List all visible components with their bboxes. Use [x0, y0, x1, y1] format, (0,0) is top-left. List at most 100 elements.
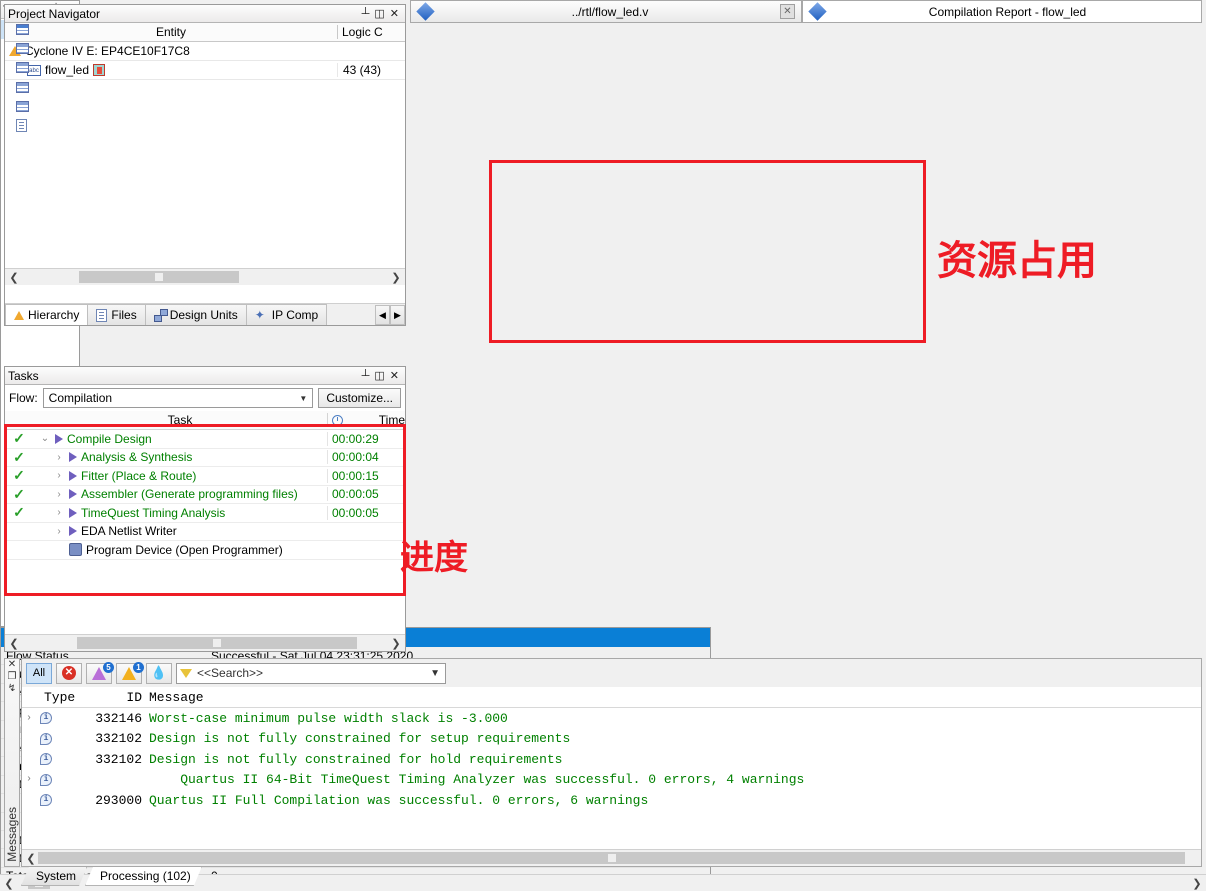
message-text: Quartus II 64-Bit TimeQuest Timing Analy… [149, 772, 805, 788]
ip-wand-icon: ✦ [254, 307, 265, 322]
messages-table: Type ID Message › i 332146 Worst-case mi… [22, 687, 1201, 811]
tab-label: Hierarchy [28, 308, 80, 322]
play-icon [55, 433, 63, 444]
scroll-left-arrow[interactable]: ❮ [7, 271, 21, 284]
tasks-hscrollbar[interactable]: ❮ ❯ [5, 634, 405, 651]
quartus-diamond-icon [808, 2, 827, 21]
table-row[interactable]: abc flow_led 43 (43) [5, 61, 405, 80]
tabs-scroll-right[interactable]: ▶ [390, 305, 405, 325]
task-row[interactable]: ✓ › TimeQuest Timing Analysis 00:00:05 [5, 504, 405, 523]
task-row[interactable]: ✓ ⌄ Compile Design 00:00:29 [5, 430, 405, 449]
chevron-down-icon[interactable]: ▼ [430, 668, 442, 679]
messages-hscrollbar[interactable]: ❮ [22, 849, 1201, 866]
project-navigator-hscrollbar[interactable]: ❮ ❯ [5, 268, 405, 285]
filter-warnings-button[interactable]: 1 [116, 661, 144, 684]
filter-errors-button[interactable]: ✕ [56, 662, 82, 684]
scroll-left-arrow[interactable]: ❮ [7, 637, 21, 650]
column-task[interactable]: Task [168, 413, 193, 427]
project-navigator-titlebar: Project Navigator ┴ ◫ ✕ [5, 5, 405, 23]
column-id[interactable]: ID [74, 690, 142, 705]
tab-design-units[interactable]: Design Units [144, 304, 247, 325]
grid-icon [16, 100, 29, 112]
message-text: Quartus II Full Compilation was successf… [149, 792, 649, 808]
filter-info-button[interactable]: 💧 [146, 662, 172, 684]
editor-window-titlebar[interactable]: ../rtl/flow_led.v ✕ [410, 0, 802, 23]
task-row[interactable]: ✓ › Fitter (Place & Route) 00:00:15 [5, 467, 405, 486]
expander-icon[interactable]: › [53, 470, 65, 481]
task-label: TimeQuest Timing Analysis [81, 505, 226, 520]
tasks-title: Tasks [8, 368, 39, 383]
doc-icon [16, 119, 27, 133]
task-time: 00:00:05 [327, 487, 405, 502]
flow-dropdown[interactable]: Compilation ▼ [42, 388, 314, 408]
scroll-left-arrow[interactable]: ❮ [24, 852, 38, 865]
scroll-right-arrow[interactable]: ❯ [389, 271, 403, 284]
filter-all-button[interactable]: All [26, 662, 52, 684]
expander-icon[interactable]: › [26, 774, 32, 785]
restore-icon[interactable]: ◫ [374, 7, 385, 20]
search-input[interactable]: <<Search>> ▼ [176, 662, 446, 684]
tasks-table-header: Task Time [5, 411, 405, 430]
play-icon [69, 470, 77, 481]
expander-icon[interactable]: › [53, 507, 65, 518]
tab-ip-components[interactable]: ✦ IP Comp [245, 304, 328, 325]
close-icon[interactable]: ✕ [390, 369, 400, 382]
close-icon[interactable]: ✕ [8, 659, 16, 671]
expander-icon[interactable]: ⌄ [39, 433, 51, 444]
tab-hierarchy[interactable]: Hierarchy [5, 304, 89, 325]
expander-icon[interactable]: › [53, 526, 65, 537]
column-time[interactable]: Time [379, 413, 405, 427]
expander-icon[interactable]: › [53, 452, 65, 463]
column-entity[interactable]: Entity [5, 25, 337, 39]
customize-button[interactable]: Customize... [318, 388, 401, 408]
close-icon[interactable]: ✕ [390, 7, 400, 20]
task-row[interactable]: Program Device (Open Programmer) [5, 541, 405, 560]
tab-processing[interactable]: Processing (102) [85, 867, 202, 886]
expander-icon[interactable]: › [53, 489, 65, 500]
project-navigator-header: Entity Logic C [5, 23, 405, 42]
column-message[interactable]: Message [142, 690, 1201, 705]
task-time: 00:00:05 [327, 505, 405, 520]
filter-critical-warnings-button[interactable]: 5 [86, 661, 114, 684]
task-row[interactable]: ✓ › Analysis & Synthesis 00:00:04 [5, 449, 405, 467]
hand-icon [69, 543, 82, 557]
pin-icon[interactable]: ↯ [8, 683, 16, 695]
file-icon [96, 308, 108, 322]
message-text: Design is not fully constrained for setu… [149, 731, 571, 747]
scroll-right-arrow[interactable]: ❯ [389, 637, 403, 650]
tab-files[interactable]: Files [87, 304, 146, 325]
message-row[interactable]: › i Quartus II 64-Bit TimeQuest Timing A… [22, 770, 1201, 791]
tab-label: Design Units [169, 308, 238, 322]
play-icon [69, 526, 77, 537]
report-window-title: Compilation Report - flow_led [928, 4, 1087, 19]
expander-icon[interactable]: › [26, 713, 32, 724]
tabs-scroll-left[interactable]: ◀ [375, 305, 390, 325]
task-row[interactable]: ✓ › Assembler (Generate programming file… [5, 486, 405, 504]
task-row[interactable]: › EDA Netlist Writer [5, 523, 405, 541]
restore-icon[interactable]: ◫ [374, 369, 385, 382]
column-type[interactable]: Type [22, 690, 75, 705]
project-navigator-tabs: Hierarchy Files Design Units ✦ IP Comp ◀… [5, 303, 405, 325]
table-row[interactable]: Cyclone IV E: EP4CE10F17C8 [5, 42, 405, 61]
annotation-label-resources: 资源占用 [937, 238, 1097, 284]
message-row[interactable]: i 293000 Quartus II Full Compilation was… [22, 790, 1201, 811]
message-row[interactable]: › i 332146 Worst-case minimum pulse widt… [22, 708, 1201, 729]
task-time: 00:00:04 [327, 450, 405, 465]
message-text: Worst-case minimum pulse width slack is … [149, 710, 508, 726]
messages-main: All ✕ 5 1 💧 <<Search>> ▼ Type ID Message… [21, 658, 1202, 867]
chevron-down-icon[interactable]: ▼ [296, 394, 310, 403]
tab-system[interactable]: System [21, 867, 87, 886]
column-logic-cells[interactable]: Logic C [337, 25, 405, 39]
pin-icon[interactable]: ┴ [362, 370, 371, 382]
report-window-titlebar[interactable]: Compilation Report - flow_led [802, 0, 1202, 23]
info-bubble-icon: i [40, 794, 52, 807]
task-time: 00:00:29 [327, 431, 405, 446]
filter-all-label: All [32, 667, 46, 679]
quartus-main-window: Project Navigator ┴ ◫ ✕ Entity Logic C C… [0, 0, 1206, 891]
message-row[interactable]: i 332102 Design is not fully constrained… [22, 729, 1201, 750]
task-time: 00:00:15 [327, 468, 405, 483]
pin-icon[interactable]: ┴ [362, 8, 371, 20]
restore-icon[interactable]: ❐ [8, 671, 17, 683]
close-icon[interactable]: ✕ [780, 4, 795, 19]
message-row[interactable]: i 332102 Design is not fully constrained… [22, 749, 1201, 770]
